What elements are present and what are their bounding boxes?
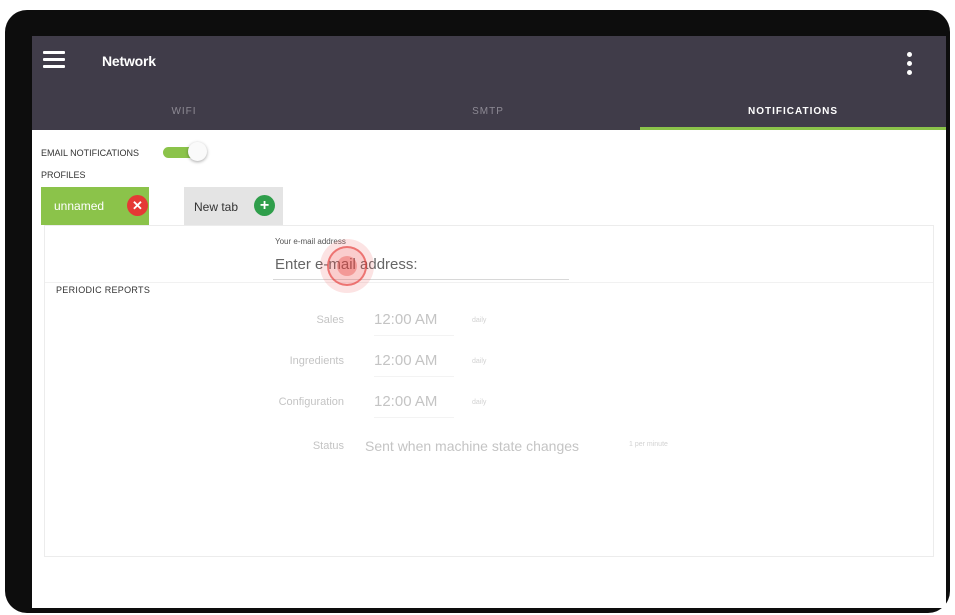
tab-smtp[interactable]: SMTP	[336, 92, 640, 130]
profile-tab-label: unnamed	[54, 199, 105, 213]
page-title: Network	[102, 53, 156, 69]
plus-icon: +	[259, 196, 270, 214]
add-profile-button[interactable]: +	[254, 195, 275, 216]
status-frequency: 1 per minute	[629, 441, 668, 448]
periodic-reports-title: PERIODIC REPORTS	[56, 285, 151, 295]
toggle-knob	[188, 142, 207, 161]
profile-tab-unnamed[interactable]: unnamed ✕	[41, 187, 149, 225]
profiles-label: PROFILES	[41, 170, 86, 180]
report-label-configuration: Configuration	[278, 396, 344, 408]
report-label-ingredients: Ingredients	[289, 355, 344, 367]
tab-notifications[interactable]: NOTIFICATIONS	[640, 92, 946, 130]
tablet-frame: Network WIFI SMTP NOTIFICATIONS EMAIL NO…	[5, 10, 950, 613]
hamburger-menu-icon[interactable]	[43, 51, 65, 69]
app-bar: Network	[32, 36, 946, 92]
divider	[45, 282, 933, 283]
report-frequency-ingredients[interactable]: daily	[472, 358, 486, 365]
email-notifications-toggle[interactable]	[163, 142, 211, 164]
report-frequency-sales[interactable]: daily	[472, 317, 486, 324]
report-label-status: Status	[312, 440, 344, 452]
email-notifications-label: EMAIL NOTIFICATIONS	[41, 148, 140, 158]
close-icon: ✕	[132, 198, 143, 213]
email-field[interactable]	[273, 250, 569, 280]
active-tab-indicator	[640, 127, 946, 130]
new-tab-button[interactable]: New tab +	[184, 187, 283, 225]
status-description: Sent when machine state changes	[365, 438, 580, 454]
email-field-label: Your e-mail address	[275, 237, 346, 246]
report-time-sales[interactable]: 12:00 AM	[374, 311, 454, 336]
tab-bar: WIFI SMTP NOTIFICATIONS	[32, 92, 946, 130]
report-time-configuration[interactable]: 12:00 AM	[374, 393, 454, 418]
report-frequency-configuration[interactable]: daily	[472, 399, 486, 406]
new-tab-label: New tab	[194, 200, 239, 214]
report-label-sales: Sales	[316, 314, 344, 326]
app-screen: Network WIFI SMTP NOTIFICATIONS EMAIL NO…	[32, 36, 946, 608]
more-vertical-icon[interactable]	[904, 52, 916, 76]
tab-wifi[interactable]: WIFI	[32, 92, 336, 130]
remove-profile-button[interactable]: ✕	[127, 195, 148, 216]
report-time-ingredients[interactable]: 12:00 AM	[374, 352, 454, 377]
